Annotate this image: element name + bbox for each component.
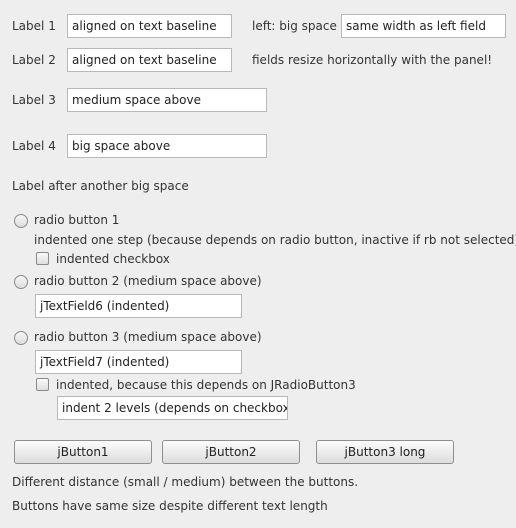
label-after-space: Label after another big space — [12, 179, 189, 193]
text-field-3[interactable]: medium space above — [67, 88, 267, 112]
label-4: Label 4 — [12, 139, 56, 153]
label-2: Label 2 — [12, 53, 56, 67]
label-1: Label 1 — [12, 19, 56, 33]
label-left-big-space: left: big space — [252, 19, 337, 33]
indented-checkbox[interactable] — [36, 252, 49, 265]
text-field-4[interactable]: big space above — [67, 134, 267, 158]
dependent-checkbox[interactable] — [36, 378, 49, 391]
text-field-1[interactable]: aligned on text baseline — [67, 14, 232, 38]
radio-button-2-label[interactable]: radio button 2 (medium space above) — [34, 273, 262, 289]
indented-checkbox-label[interactable]: indented checkbox — [56, 251, 170, 267]
distance-note: Different distance (small / medium) betw… — [12, 475, 359, 489]
jbutton1[interactable]: jButton1 — [14, 440, 152, 464]
radio-button-1-label[interactable]: radio button 1 — [34, 212, 119, 228]
radio-button-3[interactable] — [14, 331, 28, 345]
indented-text: indented one step (because depends on ra… — [34, 233, 516, 247]
nested-text-field[interactable]: indent 2 levels (depends on checkbox) — [57, 396, 288, 420]
radio-button-1[interactable] — [14, 214, 28, 228]
text-field-7[interactable]: jTextField7 (indented) — [35, 350, 242, 374]
jbutton3-long[interactable]: jButton3 long — [316, 440, 454, 464]
label-3: Label 3 — [12, 93, 56, 107]
text-field-2[interactable]: aligned on text baseline — [67, 48, 232, 72]
text-field-same-width[interactable]: same width as left field — [341, 14, 506, 38]
radio-button-3-label[interactable]: radio button 3 (medium space above) — [34, 329, 262, 345]
form-panel: Label 1 aligned on text baseline left: b… — [0, 0, 516, 528]
same-size-note: Buttons have same size despite different… — [12, 499, 328, 513]
resize-note: fields resize horizontally with the pane… — [252, 53, 493, 67]
text-field-6[interactable]: jTextField6 (indented) — [35, 294, 242, 318]
radio-button-2[interactable] — [14, 275, 28, 289]
jbutton2[interactable]: jButton2 — [162, 440, 300, 464]
dependent-checkbox-label[interactable]: indented, because this depends on JRadio… — [56, 377, 356, 393]
